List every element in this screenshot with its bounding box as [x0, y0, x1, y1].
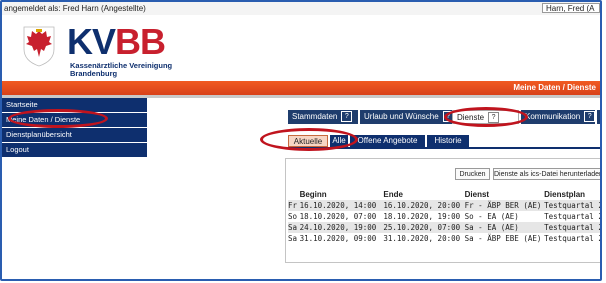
cell-dienstplan: Testquartal 2 — [544, 212, 602, 221]
sidebar-item-logout[interactable]: Logout — [2, 143, 147, 158]
column-header-beginn[interactable]: Beginn — [300, 189, 384, 200]
top-bar: angemeldet als: Fred Harn (Angestellte) … — [2, 2, 600, 16]
tab-dienste[interactable]: Dienste? — [452, 110, 519, 124]
logo-bb-text: BB — [115, 21, 166, 62]
tab-kommunikation[interactable]: Kommunikation? — [521, 110, 596, 124]
table-row[interactable]: Fr 16.10.2020, 14:00 16.10.2020, 20:00 F… — [288, 200, 602, 211]
table-row[interactable]: So 18.10.2020, 07:00 18.10.2020, 19:00 S… — [288, 211, 602, 222]
cell-dienst: So - EA (AE) — [464, 212, 519, 221]
cell-day: So — [288, 212, 298, 221]
cell-beginn: 31.10.2020, 09:00 — [299, 234, 377, 243]
tab-label: Stammdaten — [292, 112, 338, 121]
user-box[interactable]: Harn, Fred (A — [542, 3, 600, 13]
cell-day: Sa — [288, 222, 300, 233]
column-header-dienst[interactable]: Dienst — [465, 189, 545, 200]
help-icon[interactable]: ? — [488, 112, 500, 124]
cell-beginn: 24.10.2020, 19:00 — [299, 222, 384, 233]
browser-frame: angemeldet als: Fred Harn (Angestellte) … — [0, 0, 602, 281]
cell-dienst: Sa - EA (AE) — [464, 222, 545, 233]
tab-label: Dienste — [457, 113, 485, 122]
cell-dienstplan: Testquartal 2 — [544, 234, 602, 243]
cell-day: Fr — [288, 200, 300, 211]
cell-dienstplan: Testquartal 2 — [544, 222, 602, 233]
cell-dienst: Sa - ÄBP EBE (AE) — [464, 234, 542, 243]
logged-in-as-text: angemeldet als: Fred Harn (Angestellte) — [4, 4, 146, 13]
tab-stammdaten[interactable]: Stammdaten? — [288, 110, 358, 124]
dienste-panel: Drucken Dienste als ics-Datei herunterla… — [285, 158, 602, 263]
tab-alle[interactable]: Alle — [330, 135, 348, 147]
brandenburg-eagle-crest-icon — [23, 26, 55, 67]
column-header-dienstplan[interactable]: Dienstplan — [544, 189, 600, 200]
sub-tab-bar: Aktuelle Alle Offene Angebote Historie — [288, 135, 600, 149]
tab-r[interactable]: R — [597, 110, 602, 124]
sidebar-nav: Startseite Meine Daten / Dienste Dienstp… — [2, 98, 147, 158]
sidebar-item-startseite[interactable]: Startseite — [2, 98, 147, 113]
table-row[interactable]: Sa 24.10.2020, 19:00 25.10.2020, 07:00 S… — [288, 222, 602, 233]
sidebar-item-meine-daten-dienste[interactable]: Meine Daten / Dienste — [2, 113, 147, 128]
column-header-day — [288, 189, 300, 200]
tab-historie[interactable]: Historie — [427, 135, 469, 147]
tab-label: R — [601, 112, 602, 121]
breadcrumb: Meine Daten / Dienste — [513, 83, 596, 92]
kvbb-logo[interactable]: KVBB — [67, 21, 166, 62]
cell-ende: 25.10.2020, 07:00 — [383, 222, 465, 233]
download-ics-button[interactable]: Dienste als ics-Datei herunterladen — [493, 168, 600, 180]
cell-day: Sa — [288, 234, 298, 243]
tab-label: Kommunikation — [525, 112, 581, 121]
cell-ende: 16.10.2020, 20:00 — [383, 200, 465, 211]
brand-line-2: Brandenburg — [70, 69, 118, 78]
orange-breadcrumb-bar: Meine Daten / Dienste — [2, 81, 600, 95]
tab-label: Urlaub und Wünsche — [364, 112, 439, 121]
tab-aktuelle[interactable]: Aktuelle — [288, 135, 328, 147]
column-header-ende[interactable]: Ende — [383, 189, 464, 200]
logo-kv-text: KV — [67, 21, 116, 62]
help-icon[interactable]: ? — [341, 111, 353, 123]
table-header-row: Beginn Ende Dienst Dienstplan — [288, 189, 600, 200]
print-button[interactable]: Drucken — [455, 168, 490, 180]
tab-offene-angebote[interactable]: Offene Angebote — [350, 135, 425, 147]
help-icon[interactable]: ? — [584, 111, 596, 123]
cell-beginn: 16.10.2020, 14:00 — [299, 200, 384, 211]
sidebar-item-dienstplanuebersicht[interactable]: Dienstplanübersicht — [2, 128, 147, 143]
cell-dienstplan: Testquartal 2 — [544, 200, 602, 211]
site-header: KVBB Kassenärztliche Vereinigung Branden… — [2, 15, 600, 81]
cell-ende: 18.10.2020, 19:00 — [383, 212, 461, 221]
table-row[interactable]: Sa 31.10.2020, 09:00 31.10.2020, 20:00 S… — [288, 233, 602, 244]
cell-beginn: 18.10.2020, 07:00 — [299, 212, 377, 221]
cell-ende: 31.10.2020, 20:00 — [383, 234, 461, 243]
cell-dienst: Fr - ÄBP BER (AE) — [464, 200, 545, 211]
duty-table: Beginn Ende Dienst Dienstplan Fr 16.10.2… — [288, 189, 602, 244]
